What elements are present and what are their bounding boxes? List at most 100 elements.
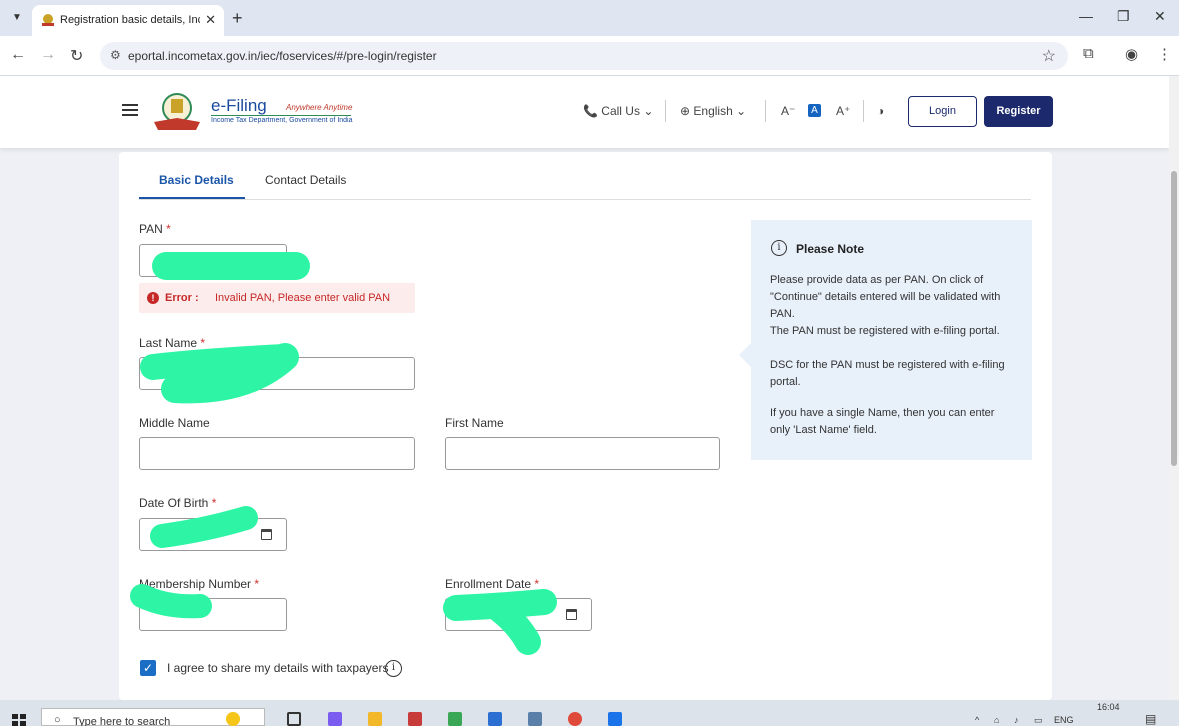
bookmark-star-icon[interactable]: ☆ <box>1042 46 1056 66</box>
calendar-icon[interactable] <box>566 609 577 620</box>
middle-name-input[interactable] <box>139 437 415 470</box>
redaction-mark <box>443 589 557 655</box>
tab-search-chevron-icon[interactable]: ▼ <box>8 9 26 27</box>
back-icon[interactable]: ← <box>10 46 26 64</box>
pan-label: PAN * <box>139 222 171 236</box>
page-scrollbar[interactable] <box>1169 76 1179 699</box>
required-mark: * <box>166 222 171 236</box>
required-mark: * <box>254 577 260 591</box>
profile-icon[interactable]: ◉ <box>1125 45 1138 63</box>
site-header: e-Filing Anywhere Anytime Income Tax Dep… <box>0 76 1169 148</box>
minimize-icon[interactable]: — <box>1079 8 1093 24</box>
windows-start-icon[interactable] <box>12 714 26 726</box>
active-tab-indicator <box>139 197 245 199</box>
search-icon: ○ <box>54 714 61 726</box>
address-bar[interactable]: ⚙ eportal.incometax.gov.in/iec/foservice… <box>100 42 1068 70</box>
reload-icon[interactable]: ↻ <box>70 46 83 66</box>
system-clock[interactable]: 16:04 <box>1097 702 1120 712</box>
call-us-label: Call Us <box>601 104 640 118</box>
agree-checkbox[interactable]: ✓ <box>140 660 156 676</box>
font-decrease-button[interactable]: A⁻ <box>781 104 795 118</box>
redaction-mark <box>152 252 310 280</box>
first-name-label: First Name <box>445 416 504 430</box>
chevron-down-icon: ⌄ <box>643 104 654 118</box>
logo-tagline: Anywhere Anytime <box>286 103 353 112</box>
new-tab-icon[interactable]: + <box>232 8 243 29</box>
note-paragraph: Please provide data as per PAN. On click… <box>770 274 1001 320</box>
network-icon[interactable]: ⌂ <box>994 715 999 725</box>
tab-close-icon[interactable]: ✕ <box>205 12 216 28</box>
font-increase-button[interactable]: A⁺ <box>836 104 850 118</box>
globe-icon: ⊕ <box>680 104 691 118</box>
chrome-icon[interactable] <box>568 712 582 726</box>
pdf-app-icon[interactable] <box>408 712 422 726</box>
error-icon: ! <box>147 292 159 304</box>
logo-subtitle: Income Tax Department, Government of Ind… <box>211 117 353 124</box>
note-pointer <box>739 343 751 367</box>
browser-menu-icon[interactable]: ⋮ <box>1157 45 1172 63</box>
language-indicator[interactable]: ENG <box>1054 715 1074 725</box>
note-paragraph: DSC for the PAN must be registered with … <box>770 359 1005 388</box>
info-icon: i <box>771 240 787 256</box>
battery-icon[interactable]: ▭ <box>1034 715 1043 726</box>
pinned-app-icon[interactable] <box>608 712 622 726</box>
header-divider <box>665 100 666 122</box>
extensions-icon[interactable]: ⧉ <box>1083 45 1094 62</box>
tabs-divider <box>139 199 1031 200</box>
volume-icon[interactable]: ♪ <box>1014 715 1019 725</box>
tray-chevron-icon[interactable]: ^ <box>975 715 979 725</box>
windows-taskbar: ○ Type here to search ^ ⌂ ♪ ▭ ENG 16:04 … <box>0 700 1179 726</box>
forward-icon[interactable]: → <box>40 46 56 64</box>
info-icon[interactable]: i <box>385 660 402 677</box>
url-text[interactable]: eportal.incometax.gov.in/iec/foservices/… <box>128 49 437 63</box>
browser-tab-active[interactable]: Registration basic details, Income ✕ <box>32 5 224 36</box>
redaction-mark <box>130 584 212 619</box>
scrollbar-thumb[interactable] <box>1171 171 1177 466</box>
note-paragraph: If you have a single Name, then you can … <box>770 407 995 436</box>
redaction-mark <box>140 343 299 404</box>
tab-basic-details[interactable]: Basic Details <box>159 173 234 187</box>
task-view-icon[interactable] <box>287 712 301 726</box>
network-app-icon[interactable] <box>488 712 502 726</box>
logo-divider <box>211 115 351 116</box>
hamburger-menu-icon[interactable] <box>122 104 138 116</box>
login-button[interactable]: Login <box>908 96 977 127</box>
language-label: English <box>693 104 733 118</box>
phone-icon: 📞 <box>583 104 598 118</box>
spreadsheet-app-icon[interactable] <box>448 712 462 726</box>
agree-label[interactable]: I agree to share my details with taxpaye… <box>167 661 388 675</box>
redaction-mark <box>150 506 258 548</box>
pan-label-text: PAN <box>139 222 163 236</box>
contrast-toggle-icon[interactable]: ◑ <box>877 104 884 118</box>
notifications-icon[interactable]: ▤ <box>1145 712 1156 726</box>
tab-contact-details[interactable]: Contact Details <box>265 173 346 187</box>
calculator-icon[interactable] <box>528 712 542 726</box>
note-paragraph: The PAN must be registered with e-filing… <box>770 325 1000 337</box>
logo-title[interactable]: e-Filing <box>211 96 267 116</box>
file-explorer-icon[interactable] <box>368 712 382 726</box>
middle-name-label: Middle Name <box>139 416 210 430</box>
chevron-down-icon: ⌄ <box>736 104 747 118</box>
weather-widget-icon[interactable] <box>226 712 240 726</box>
register-button[interactable]: Register <box>984 96 1053 127</box>
close-window-icon[interactable]: ✕ <box>1154 8 1166 25</box>
browser-toolbar: ← → ↻ ⚙ eportal.incometax.gov.in/iec/fos… <box>0 36 1179 76</box>
restore-icon[interactable]: ❐ <box>1117 8 1130 25</box>
header-divider <box>863 100 864 122</box>
pan-error-message: ! Error : Invalid PAN, Please enter vali… <box>139 283 415 313</box>
language-dropdown[interactable]: ⊕ English ⌄ <box>680 104 746 118</box>
browser-tab-bar: ▼ Registration basic details, Income ✕ +… <box>0 0 1179 36</box>
search-placeholder: Type here to search <box>73 716 171 726</box>
site-info-icon[interactable]: ⚙ <box>110 48 121 62</box>
header-divider <box>765 100 766 122</box>
please-note-panel: i Please Note Please provide data as per… <box>751 220 1032 460</box>
error-prefix: Error : <box>165 292 199 304</box>
call-us-dropdown[interactable]: 📞 Call Us ⌄ <box>583 104 653 118</box>
tab-title: Registration basic details, Income <box>60 14 200 26</box>
copilot-icon[interactable] <box>328 712 342 726</box>
emblem-logo-icon[interactable] <box>152 92 202 132</box>
income-tax-favicon-icon <box>42 14 54 26</box>
first-name-input[interactable] <box>445 437 720 470</box>
font-normal-button[interactable]: A <box>808 104 821 117</box>
error-text: Invalid PAN, Please enter valid PAN <box>215 292 391 304</box>
